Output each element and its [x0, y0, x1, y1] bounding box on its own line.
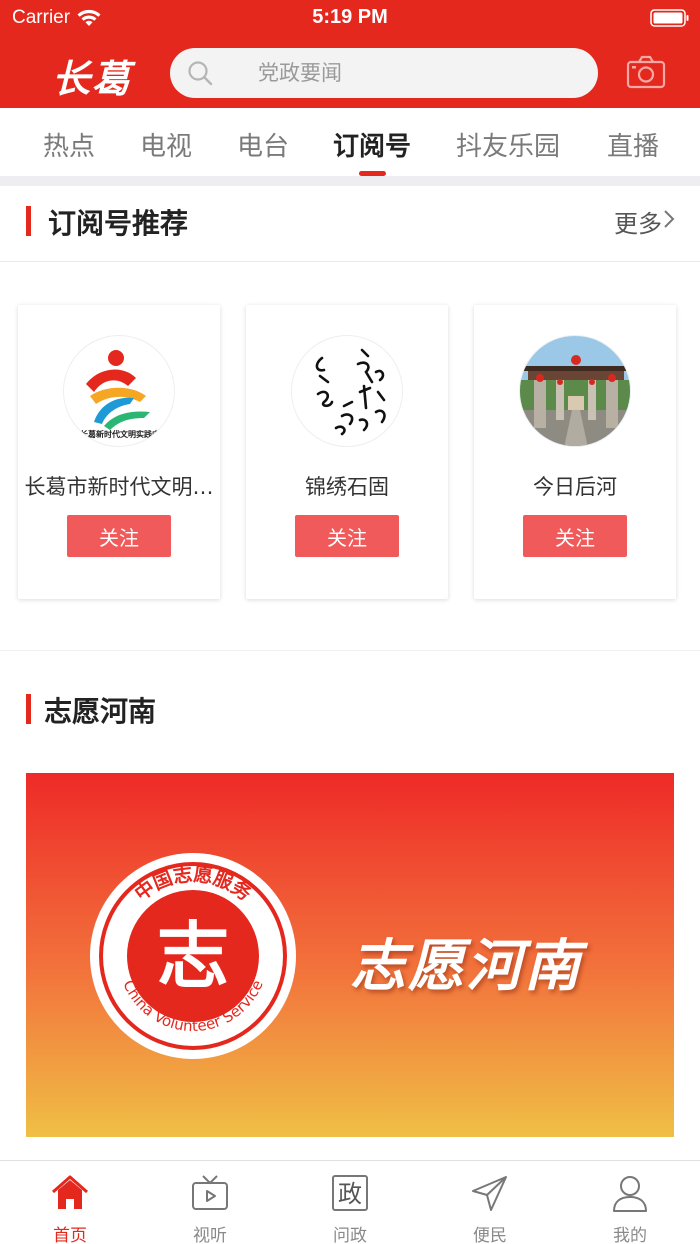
- bottom-tab-bar: 首页 视听 政 问政 便民 我的: [0, 1160, 700, 1244]
- nav-label: 我的: [613, 1226, 647, 1244]
- volunteer-banner[interactable]: 中国志愿服务 China Volunteer Service 志 志愿河南: [26, 773, 674, 1137]
- nav-video[interactable]: 视听: [140, 1161, 280, 1244]
- subscription-card[interactable]: 今日后河 关注: [474, 305, 676, 599]
- nav-profile[interactable]: 我的: [560, 1161, 700, 1244]
- camera-icon[interactable]: [626, 54, 666, 90]
- section-accent: [26, 206, 31, 236]
- banner-title: 志愿河南: [350, 933, 582, 999]
- home-icon: [52, 1175, 88, 1209]
- follow-button[interactable]: 关注: [67, 515, 171, 557]
- search-bar[interactable]: [170, 48, 598, 98]
- politics-icon: 政: [332, 1175, 368, 1211]
- channel-tabs: 热点 电视 电台 订阅号 抖友乐园 直播: [0, 108, 700, 176]
- tab-radio[interactable]: 电台: [237, 126, 289, 163]
- subscription-card[interactable]: 锦绣石固 关注: [246, 305, 448, 599]
- divider: [0, 261, 700, 262]
- follow-button[interactable]: 关注: [523, 515, 627, 557]
- volunteer-title: 志愿河南: [44, 695, 157, 728]
- nav-label: 便民: [473, 1226, 507, 1244]
- battery-icon: [650, 9, 689, 27]
- subscriptions-title: 订阅号推荐: [48, 207, 189, 240]
- avatar: 长葛新时代文明实践中: [63, 335, 175, 447]
- search-input[interactable]: [258, 61, 558, 85]
- section-separator: [0, 176, 700, 186]
- section-accent: [26, 694, 31, 724]
- subscription-card[interactable]: 长葛新时代文明实践中 长葛市新时代文明… 关注: [18, 305, 220, 599]
- search-icon: [188, 61, 213, 86]
- nav-label: 首页: [53, 1226, 87, 1244]
- nav-home[interactable]: 首页: [0, 1161, 140, 1244]
- tab-hot[interactable]: 热点: [43, 126, 95, 163]
- subscription-name: 锦绣石固: [305, 475, 389, 499]
- user-icon: [613, 1176, 647, 1212]
- civilization-logo: 长葛新时代文明实践中: [80, 350, 160, 439]
- avatar-caption: 长葛新时代文明实践中: [80, 429, 160, 439]
- tab-subscriptions[interactable]: 订阅号: [333, 126, 411, 163]
- follow-button[interactable]: 关注: [295, 515, 399, 557]
- subscription-name: 今日后河: [533, 475, 617, 499]
- send-icon: [472, 1176, 507, 1211]
- volunteer-header: 志愿河南: [0, 672, 700, 742]
- more-link[interactable]: 更多: [614, 204, 662, 239]
- avatar: [519, 335, 631, 447]
- nav-label: 视听: [193, 1226, 227, 1244]
- calligraphy-logo: [315, 348, 386, 436]
- tv-icon: [192, 1175, 228, 1210]
- politics-glyph: 政: [338, 1180, 362, 1208]
- nav-convenience[interactable]: 便民: [420, 1161, 560, 1244]
- chevron-right-icon[interactable]: [662, 208, 676, 230]
- tab-douyou-park[interactable]: 抖友乐园: [456, 126, 560, 163]
- tab-live[interactable]: 直播: [607, 126, 659, 163]
- divider: [0, 650, 700, 651]
- volunteer-service-badge: 中国志愿服务 China Volunteer Service 志: [90, 853, 296, 1059]
- subscriptions-header: 订阅号推荐 更多: [0, 186, 700, 256]
- nav-politics[interactable]: 政 问政: [280, 1161, 420, 1244]
- badge-center-glyph: 志: [157, 913, 229, 998]
- clock: 5:19 PM: [312, 6, 388, 28]
- avatar: [291, 335, 403, 447]
- subscription-name: 长葛市新时代文明…: [24, 475, 214, 499]
- app-header: Carrier 5:19 PM 长葛: [0, 0, 700, 108]
- status-bar: Carrier 5:19 PM: [0, 0, 700, 36]
- app-logo: 长葛: [52, 56, 133, 101]
- village-gate-photo: [520, 336, 630, 446]
- tab-tv[interactable]: 电视: [140, 126, 192, 163]
- nav-label: 问政: [333, 1226, 367, 1244]
